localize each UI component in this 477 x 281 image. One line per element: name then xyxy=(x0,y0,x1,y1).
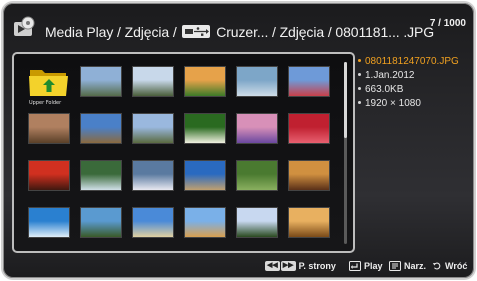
breadcrumb: Media Play / Zdjęcia / Cruzer... / Zdjęc… xyxy=(45,24,434,40)
file-info-panel: 0801181247070.JPG 1.Jan.2012 663.0KB 192… xyxy=(358,56,459,112)
thumbnail-waterfall-rocks[interactable] xyxy=(132,160,174,191)
info-filename: 0801181247070.JPG xyxy=(365,56,459,67)
bullet-icon xyxy=(358,101,361,104)
thumbnail-pyramid[interactable] xyxy=(184,207,226,238)
thumbnail-lone-tree[interactable] xyxy=(236,207,278,238)
return-icon xyxy=(432,262,441,270)
thumbnail-red-petals[interactable] xyxy=(288,113,330,144)
thumbnail-coastal-rocks[interactable] xyxy=(80,113,122,144)
header: Media Play / Zdjęcia / Cruzer... / Zdjęc… xyxy=(3,3,474,45)
thumbnail-autumn-bench[interactable] xyxy=(288,160,330,191)
thumbnail-ocean-wave[interactable] xyxy=(28,207,70,238)
usb-icon xyxy=(182,25,211,38)
page-button-label: P. strony xyxy=(298,261,336,271)
scrollbar-thumb[interactable] xyxy=(344,62,347,138)
play-button-label: Play xyxy=(364,261,383,271)
page-button[interactable]: ◀◀ ▶▶ P. strony xyxy=(265,259,336,273)
thumbnail-palm-trees[interactable] xyxy=(80,207,122,238)
play-button[interactable]: Play xyxy=(349,259,383,273)
folder-icon xyxy=(29,70,68,96)
back-button-label: Wróć xyxy=(445,261,468,271)
thumbnail-desert-rock[interactable] xyxy=(28,113,70,144)
breadcrumb-prefix: Media Play / Zdjęcia / xyxy=(45,24,181,40)
thumbnail-grid xyxy=(14,54,339,251)
info-size: 663.0KB xyxy=(365,84,404,95)
scrollbar[interactable] xyxy=(344,62,347,244)
info-resolution: 1920 × 1080 xyxy=(365,98,421,109)
thumbnail-icy-lake[interactable] xyxy=(236,66,278,97)
thumbnail-snowy-field[interactable] xyxy=(132,66,174,97)
bullet-icon xyxy=(358,87,361,90)
thumbnail-sea-cliffs[interactable] xyxy=(184,160,226,191)
thumbnail-panel: Upper Folder xyxy=(12,52,355,253)
tools-icon xyxy=(389,261,401,271)
bullet-icon xyxy=(358,59,361,62)
info-date-row: 1.Jan.2012 xyxy=(358,70,459,84)
thumbnail-white-flower[interactable] xyxy=(184,113,226,144)
upper-folder-label: Upper Folder xyxy=(29,100,62,106)
fast-forward-icon: ▶▶ xyxy=(280,261,296,271)
item-counter: 7 / 1000 xyxy=(429,18,466,29)
thumbnail-island-bay[interactable] xyxy=(132,207,174,238)
bullet-icon xyxy=(358,73,361,76)
info-resolution-row: 1920 × 1080 xyxy=(358,98,459,112)
thumbnail-pink-flowers[interactable] xyxy=(288,66,330,97)
thumbnail-mountain-range[interactable] xyxy=(132,113,174,144)
thumbnail-bare-tree-sunset[interactable] xyxy=(288,207,330,238)
tools-button[interactable]: Narz. xyxy=(389,259,426,273)
tools-button-label: Narz. xyxy=(404,261,427,271)
thumbnail-lavender-field[interactable] xyxy=(236,113,278,144)
media-play-window: Media Play / Zdjęcia / Cruzer... / Zdjęc… xyxy=(3,3,474,278)
thumbnail-upper-folder[interactable] xyxy=(28,66,70,97)
info-filename-row: 0801181247070.JPG xyxy=(358,56,459,70)
button-guide: ◀◀ ▶▶ P. strony Play Narz. Wróć xyxy=(3,259,474,275)
thumbnail-mountain-lake[interactable] xyxy=(80,66,122,97)
breadcrumb-suffix: Cruzer... / Zdjęcia / 0801181... .JPG xyxy=(212,24,435,40)
thumbnail-green-field-sunset[interactable] xyxy=(184,66,226,97)
thumbnail-waterfall[interactable] xyxy=(80,160,122,191)
info-size-row: 663.0KB xyxy=(358,84,459,98)
back-button[interactable]: Wróć xyxy=(432,259,467,273)
thumbnail-forest-pond[interactable] xyxy=(236,160,278,191)
thumbnail-red-coral[interactable] xyxy=(28,160,70,191)
info-date: 1.Jan.2012 xyxy=(365,70,415,81)
media-play-icon xyxy=(14,16,35,36)
enter-icon xyxy=(349,261,361,271)
rewind-icon: ◀◀ xyxy=(265,261,280,271)
